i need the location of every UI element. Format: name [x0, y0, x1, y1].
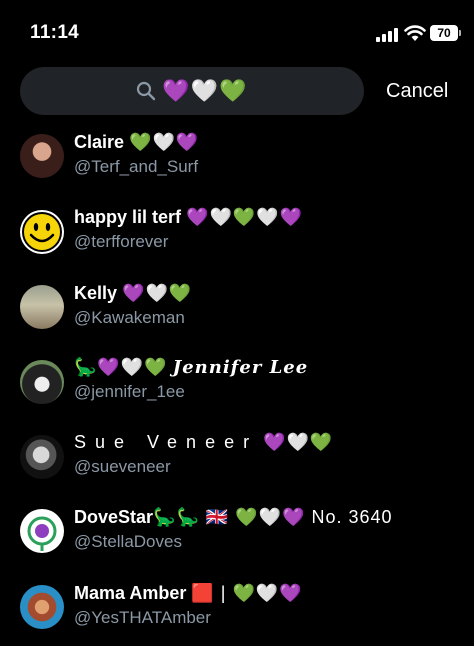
search-input[interactable]: 💜🤍💚 [20, 67, 364, 115]
status-bar: 11:14 70 [0, 0, 474, 62]
avatar[interactable] [20, 509, 64, 553]
display-name: Kelly 💜🤍💚 [74, 283, 193, 303]
avatar[interactable] [20, 585, 64, 629]
list-item[interactable]: Claire 💚🤍💜 @Terf_and_Surf [0, 120, 474, 190]
display-name: happy lil terf 💜🤍💚🤍💜 [74, 207, 304, 227]
search-query-text: 💜🤍💚 [162, 78, 248, 103]
list-item[interactable]: happy lil terf 💜🤍💚🤍💜 @terfforever [0, 195, 474, 265]
avatar[interactable] [20, 435, 64, 479]
user-handle: @StellaDoves [74, 532, 182, 551]
list-item[interactable]: Mama Amber 🟥 | 💚🤍💜 @YesTHATAmber [0, 570, 474, 640]
user-handle: @terfforever [74, 232, 169, 251]
display-name: Mama Amber 🟥 | 💚🤍💜 [74, 583, 303, 603]
user-handle: @sueveneer [74, 457, 171, 476]
display-name: Sue Veneer 💜🤍💚 [74, 432, 334, 452]
user-handle: @Kawakeman [74, 308, 185, 327]
battery-tip [459, 30, 461, 36]
display-name: DoveStar🦕🦕 🇬🇧 💚🤍💜 No. 3640 [74, 507, 393, 527]
user-handle: @Terf_and_Surf [74, 157, 199, 176]
battery-icon: 70 [430, 25, 458, 41]
search-icon [137, 81, 156, 101]
avatar[interactable] [20, 134, 64, 178]
cancel-button[interactable]: Cancel [386, 80, 448, 103]
status-time: 11:14 [30, 22, 80, 43]
list-item[interactable]: Kelly 💜🤍💚 @Kawakeman [0, 270, 474, 340]
wifi-icon [404, 25, 426, 41]
display-name: Claire 💚🤍💜 [74, 132, 200, 152]
list-item[interactable]: 🦕💜🤍💚 𝑱𝒆𝒏𝒏𝒊𝒇𝒆𝒓 𝑳𝒆𝒆 @jennifer_1ee [0, 345, 474, 415]
avatar[interactable] [20, 360, 64, 404]
list-item[interactable]: Sue Veneer 💜🤍💚 @sueveneer [0, 420, 474, 490]
user-handle: @YesTHATAmber [74, 608, 211, 627]
smiley-face-icon [22, 212, 62, 252]
symbol-logo-icon [27, 516, 57, 551]
list-item[interactable]: DoveStar🦕🦕 🇬🇧 💚🤍💜 No. 3640 @StellaDoves [0, 495, 474, 565]
user-handle: @jennifer_1ee [74, 382, 185, 401]
display-name: 🦕💜🤍💚 𝑱𝒆𝒏𝒏𝒊𝒇𝒆𝒓 𝑳𝒆𝒆 [74, 357, 309, 378]
avatar[interactable] [20, 210, 64, 254]
cellular-signal-icon [376, 27, 400, 42]
avatar[interactable] [20, 285, 64, 329]
